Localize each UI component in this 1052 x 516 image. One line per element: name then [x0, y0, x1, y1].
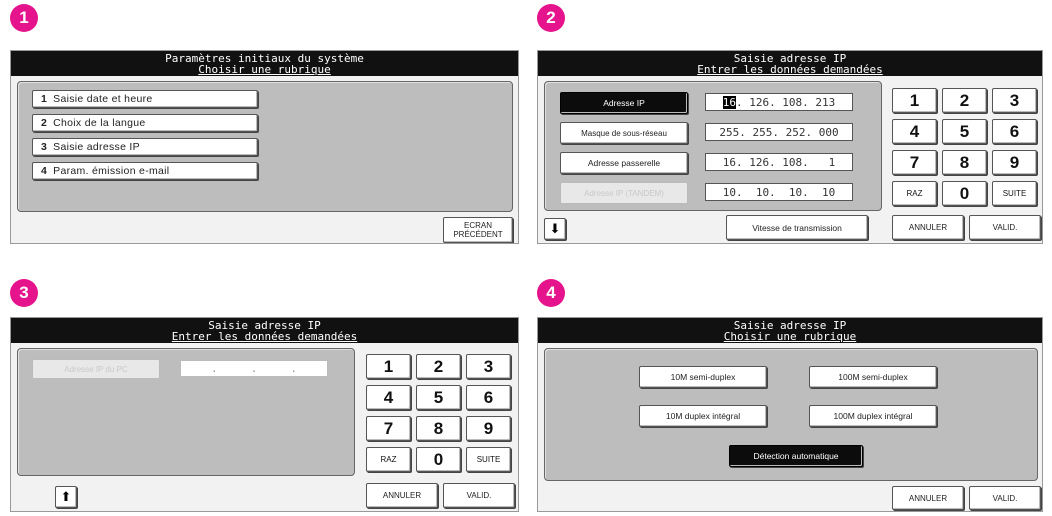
option-100m-full-duplex[interactable]: 100M duplex intégral [809, 405, 937, 427]
screen-duplex-select: Saisie adresse IP Choisir une rubrique 1… [537, 317, 1043, 512]
key-clear[interactable]: RAZ [892, 181, 937, 206]
title-bar: Paramètres initiaux du système Choisir u… [11, 51, 518, 76]
validate-button[interactable]: VALID. [969, 215, 1041, 240]
key-6[interactable]: 6 [466, 385, 511, 410]
key-0[interactable]: 0 [942, 181, 987, 206]
key-7[interactable]: 7 [366, 416, 411, 441]
screen-pc-ip-entry: Saisie adresse IP Entrer les données dem… [10, 317, 519, 512]
field-value: . 126. 108. 213 [735, 95, 836, 109]
key-8[interactable]: 8 [416, 416, 461, 441]
validate-button[interactable]: VALID. [443, 483, 515, 508]
subnet-mask-button[interactable]: Masque de sous-réseau [560, 122, 688, 144]
scroll-down-button[interactable]: ⬇ [544, 218, 566, 240]
scroll-up-button[interactable]: ⬆ [55, 486, 77, 508]
ip-fields-area: Adresse IP du PC . . . [17, 348, 355, 476]
title-bar: Saisie adresse IP Choisir une rubrique [538, 318, 1042, 343]
key-8[interactable]: 8 [942, 150, 987, 175]
gateway-field[interactable]: 16. 126. 108. 1 [705, 153, 853, 171]
key-5[interactable]: 5 [942, 119, 987, 144]
key-1[interactable]: 1 [366, 354, 411, 379]
key-7[interactable]: 7 [892, 150, 937, 175]
arrow-up-icon: ⬆ [60, 489, 72, 504]
step-badge-3: 3 [10, 279, 38, 307]
transmission-speed-button[interactable]: Vitesse de transmission [726, 215, 868, 240]
key-4[interactable]: 4 [892, 119, 937, 144]
option-100m-half-duplex[interactable]: 100M semi-duplex [809, 366, 937, 388]
option-auto-detect[interactable]: Détection automatique [729, 445, 863, 467]
pc-ip-button: Adresse IP du PC [32, 359, 160, 379]
key-0[interactable]: 0 [416, 447, 461, 472]
key-4[interactable]: 4 [366, 385, 411, 410]
menu-item-label: Saisie adresse IP [53, 141, 140, 153]
menu-item-ip-address[interactable]: 3 Saisie adresse IP [32, 138, 258, 156]
menu-item-number: 1 [41, 93, 48, 105]
key-9[interactable]: 9 [466, 416, 511, 441]
validate-button[interactable]: VALID. [969, 486, 1041, 510]
step-badge-4: 4 [537, 279, 565, 307]
previous-screen-button[interactable]: ECRAN PRÉCÉDENT [443, 217, 513, 243]
option-10m-full-duplex[interactable]: 10M duplex intégral [639, 405, 767, 427]
menu-item-language[interactable]: 2 Choix de la langue [32, 114, 258, 132]
tandem-ip-field[interactable]: 10. 10. 10. 10 [705, 183, 853, 201]
tandem-ip-button: Adresse IP (TANDEM) [560, 182, 688, 204]
key-3[interactable]: 3 [992, 88, 1037, 113]
screen-subtitle: Entrer les données demandées [171, 330, 358, 343]
key-6[interactable]: 6 [992, 119, 1037, 144]
menu-item-number: 3 [41, 141, 48, 153]
field-cursor: 16 [722, 95, 736, 109]
screen-ip-entry: Saisie adresse IP Entrer les données dem… [537, 50, 1043, 244]
menu-item-number: 2 [41, 117, 48, 129]
options-area: 10M semi-duplex 100M semi-duplex 10M dup… [544, 348, 1038, 481]
menu-item-label: Saisie date et heure [53, 93, 153, 105]
key-1[interactable]: 1 [892, 88, 937, 113]
key-3[interactable]: 3 [466, 354, 511, 379]
option-10m-half-duplex[interactable]: 10M semi-duplex [639, 366, 767, 388]
menu-item-email[interactable]: 4 Param. émission e-mail [32, 162, 258, 180]
screen-subtitle: Entrer les données demandées [697, 63, 883, 76]
screen-system-settings: Paramètres initiaux du système Choisir u… [10, 50, 519, 244]
key-2[interactable]: 2 [416, 354, 461, 379]
title-bar: Saisie adresse IP Entrer les données dem… [11, 318, 518, 343]
step-badge-1: 1 [10, 4, 38, 32]
pc-ip-field[interactable]: . . . [180, 360, 328, 377]
step-badge-2: 2 [537, 4, 565, 32]
menu-area: 1 Saisie date et heure 2 Choix de la langu… [17, 81, 513, 212]
key-next[interactable]: SUITE [992, 181, 1037, 206]
screen-subtitle: Choisir une rubrique [723, 330, 857, 343]
key-2[interactable]: 2 [942, 88, 987, 113]
key-next[interactable]: SUITE [466, 447, 511, 472]
menu-item-number: 4 [41, 165, 48, 177]
ip-address-button[interactable]: Adresse IP [560, 92, 688, 114]
screen-subtitle: Choisir une rubrique [198, 63, 331, 76]
menu-item-label: Choix de la langue [53, 117, 146, 129]
menu-item-label: Param. émission e-mail [53, 165, 170, 177]
cancel-button[interactable]: ANNULER [892, 215, 964, 240]
key-5[interactable]: 5 [416, 385, 461, 410]
cancel-button[interactable]: ANNULER [892, 486, 964, 510]
previous-screen-label-2: PRÉCÉDENT [453, 230, 503, 239]
previous-screen-label-1: ECRAN [463, 221, 492, 230]
key-9[interactable]: 9 [992, 150, 1037, 175]
cancel-button[interactable]: ANNULER [366, 483, 438, 508]
ip-address-field[interactable]: 16. 126. 108. 213 [705, 93, 853, 111]
gateway-button[interactable]: Adresse passerelle [560, 152, 688, 174]
ip-fields-area: Adresse IP 16. 126. 108. 213 Masque de s… [544, 81, 882, 211]
subnet-mask-field[interactable]: 255. 255. 252. 000 [705, 123, 853, 141]
menu-item-date-time[interactable]: 1 Saisie date et heure [32, 90, 258, 108]
title-bar: Saisie adresse IP Entrer les données dem… [538, 51, 1042, 76]
key-clear[interactable]: RAZ [366, 447, 411, 472]
arrow-down-icon: ⬇ [549, 221, 561, 236]
